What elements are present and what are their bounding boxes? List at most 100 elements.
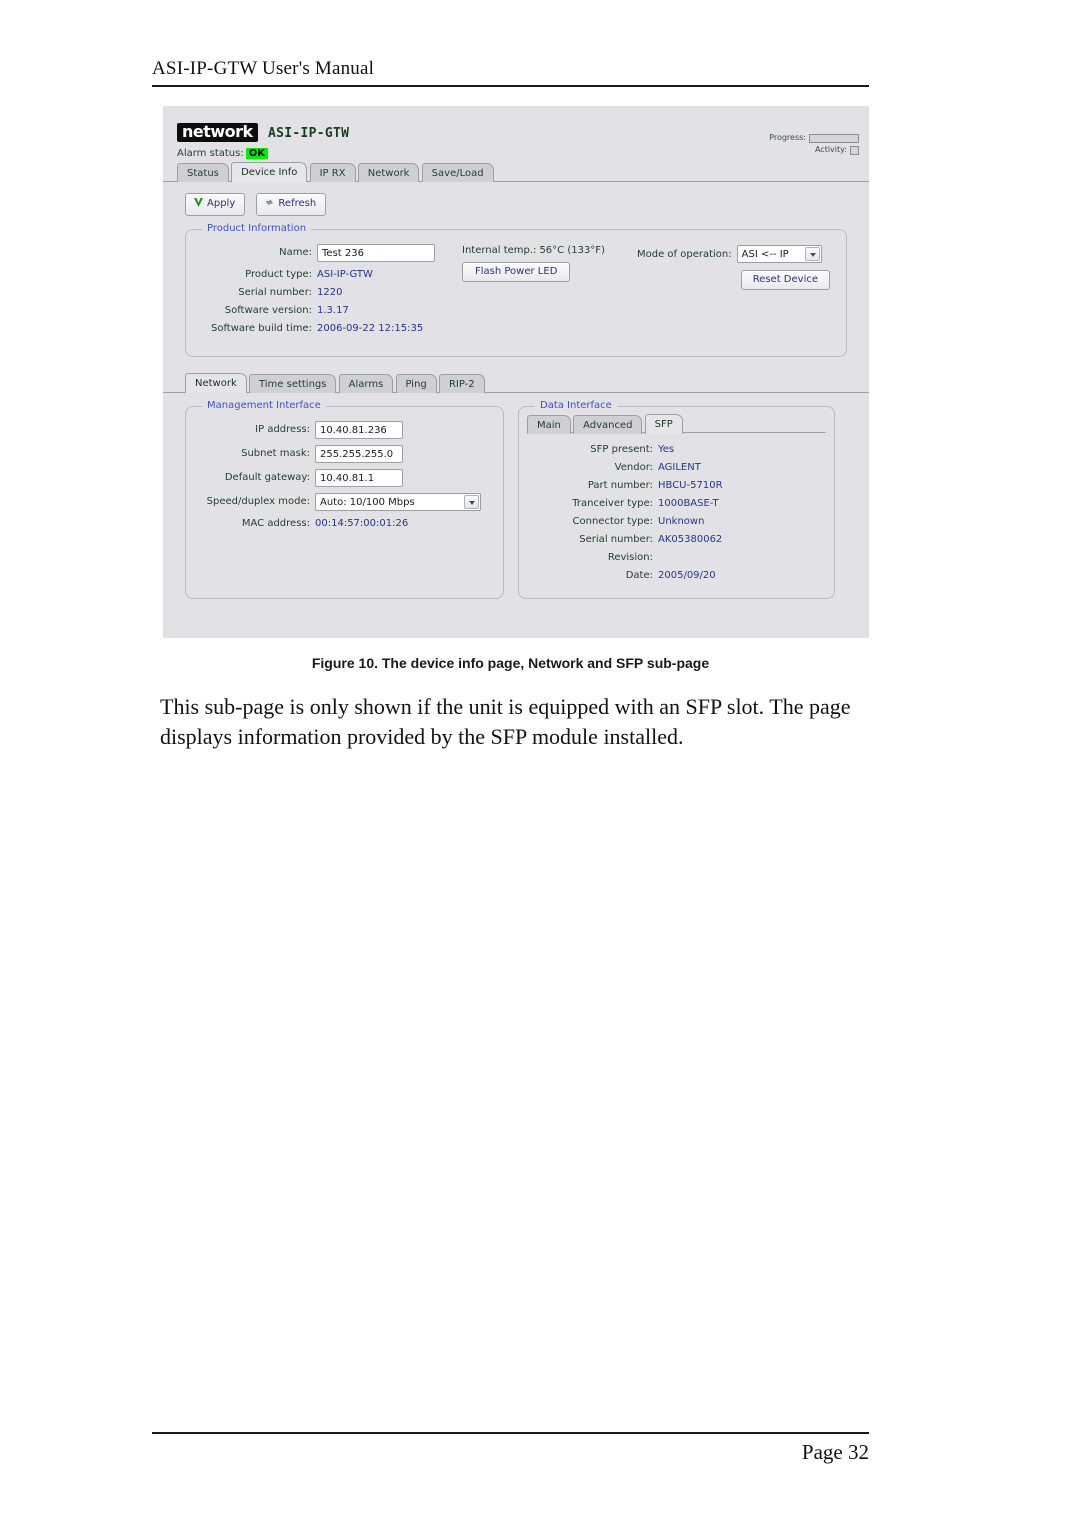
name-input[interactable]: Test 236 [317, 244, 435, 262]
alarm-status-label: Alarm status: [177, 148, 244, 159]
name-row: Name: Test 236 [194, 244, 462, 262]
mode-of-operation-row: Mode of operation: ASI <-- IP [637, 245, 832, 263]
sfp-date-label: Date: [625, 570, 653, 581]
internal-temp-label: Internal temp.: [462, 245, 537, 256]
datatab-advanced[interactable]: Advanced [573, 415, 643, 434]
figure-caption: Figure 10. The device info page, Network… [311, 655, 710, 671]
subnet-mask-row: Subnet mask: 255.255.255.0 [190, 445, 493, 463]
tab-save-load[interactable]: Save/Load [421, 163, 494, 182]
body-paragraph: This sub-page is only shown if the unit … [160, 694, 851, 749]
product-information-fields: Name: Test 236 Product type: ASI-IP-GTW … [194, 244, 462, 340]
mac-address-value: 00:14:57:00:01:26 [315, 518, 409, 529]
sfp-tranceiver-type-label: Tranceiver type: [572, 498, 653, 509]
mode-of-operation-label: Mode of operation: [637, 248, 732, 260]
software-build-time-row: Software build time: 2006-09-22 12:15:35 [194, 322, 462, 336]
tab-network[interactable]: Network [357, 163, 420, 182]
document-header-rule [152, 85, 869, 87]
ip-address-label: IP address: [255, 424, 310, 435]
serial-number-label: Serial number: [238, 287, 312, 298]
subtab-network[interactable]: Network [185, 373, 247, 393]
sfp-tranceiver-type-row: Tranceiver type: 1000BASE-T [527, 497, 826, 511]
page-number: Page 32 [801, 1440, 869, 1464]
management-interface-legend: Management Interface [202, 400, 326, 411]
refresh-icon [264, 197, 275, 211]
activity-indicator: Activity: [769, 144, 859, 156]
network-panels: Management Interface IP address: 10.40.8… [163, 393, 869, 599]
internal-temp-value: 56°C (133°F) [539, 245, 605, 256]
subtab-rip-2[interactable]: RIP-2 [438, 374, 485, 393]
document-header: ASI-IP-GTW User's Manual [152, 58, 869, 87]
temperature-and-led-column: Internal temp.: 56°C (133°F) Flash Power … [462, 244, 637, 340]
chevron-down-icon[interactable] [804, 247, 820, 261]
data-interface-tab-bar: Main Advanced SFP [527, 414, 826, 434]
apply-button-label: Apply [207, 198, 236, 209]
device-web-ui-screenshot: network ASI-IP-GTW Alarm status: OK Progr… [163, 106, 869, 638]
tab-status[interactable]: Status [177, 163, 229, 182]
sub-tab-section: Network Time settings Alarms Ping RIP-2 [163, 373, 869, 393]
mode-of-operation-select[interactable]: ASI <-- IP [736, 245, 822, 263]
software-build-time-label: Software build time: [211, 323, 312, 334]
datatab-sfp[interactable]: SFP [644, 414, 683, 434]
status-indicators: Progress: Activity: [769, 132, 859, 156]
sfp-revision-row: Revision: [527, 551, 826, 565]
document-footer: Page 32 [152, 1432, 869, 1465]
alarm-status-badge: OK [245, 148, 268, 159]
software-version-row: Software version: 1.3.17 [194, 304, 462, 318]
subtab-time-settings[interactable]: Time settings [248, 374, 337, 393]
ip-address-row: IP address: 10.40.81.236 [190, 421, 493, 439]
name-label: Name: [279, 247, 312, 258]
sfp-connector-type-label: Connector type: [572, 516, 653, 527]
sfp-serial-number-label: Serial number: [579, 534, 653, 545]
apply-button[interactable]: Apply [185, 193, 246, 216]
flash-power-led-button[interactable]: Flash Power LED [462, 262, 571, 282]
subnet-mask-label: Subnet mask: [241, 448, 310, 459]
sfp-details-list: SFP present: Yes Vendor: AGILENT Part nu… [527, 443, 826, 583]
main-tab-bar: Status Device Info IP RX Network Save/Lo… [163, 162, 869, 182]
reset-device-button[interactable]: Reset Device [740, 270, 830, 290]
sfp-present-row: SFP present: Yes [527, 443, 826, 457]
mac-address-label: MAC address: [241, 518, 310, 529]
document-header-title: ASI-IP-GTW User's Manual [152, 58, 375, 79]
sfp-part-number-value: HBCU-5710R [658, 480, 723, 491]
mac-address-row: MAC address: 00:14:57:00:01:26 [190, 517, 493, 531]
refresh-button-label: Refresh [278, 198, 317, 209]
progress-indicator: Progress: [769, 132, 859, 144]
product-type-value: ASI-IP-GTW [317, 269, 373, 280]
tab-device-info[interactable]: Device Info [231, 162, 308, 182]
app-header: network ASI-IP-GTW Alarm status: OK Progr… [163, 106, 869, 162]
device-model-title: ASI-IP-GTW [268, 126, 350, 141]
action-button-row: Apply Refresh [163, 182, 869, 216]
subnet-mask-input[interactable]: 255.255.255.0 [315, 445, 403, 463]
sfp-tranceiver-type-value: 1000BASE-T [658, 498, 719, 509]
sfp-serial-number-value: AK05380062 [658, 534, 723, 545]
datatab-main[interactable]: Main [527, 415, 571, 434]
subtab-alarms[interactable]: Alarms [338, 374, 394, 393]
default-gateway-input[interactable]: 10.40.81.1 [315, 469, 403, 487]
subtab-ping[interactable]: Ping [395, 374, 437, 393]
product-type-row: Product type: ASI-IP-GTW [194, 268, 462, 282]
sfp-part-number-row: Part number: HBCU-5710R [527, 479, 826, 493]
refresh-button[interactable]: Refresh [256, 193, 327, 216]
management-interface-panel: Management Interface IP address: 10.40.8… [185, 400, 504, 599]
sub-tab-bar: Network Time settings Alarms Ping RIP-2 [163, 373, 869, 393]
speed-duplex-value: Auto: 10/100 Mbps [320, 497, 415, 508]
default-gateway-label: Default gateway: [224, 472, 310, 483]
product-information-group: Product Information Name: Test 236 Produ… [185, 223, 847, 357]
speed-duplex-row: Speed/duplex mode: Auto: 10/100 Mbps [190, 493, 493, 511]
sfp-connector-type-value: Unknown [658, 516, 705, 527]
internal-temp-row: Internal temp.: 56°C (133°F) [462, 245, 637, 256]
software-build-time-value: 2006-09-22 12:15:35 [317, 323, 424, 334]
mode-of-operation-value: ASI <-- IP [741, 249, 789, 260]
tab-ip-rx[interactable]: IP RX [309, 163, 356, 182]
data-interface-panel: Data Interface Main Advanced SFP SFP pre… [518, 400, 835, 599]
network-logo: network [177, 123, 258, 142]
software-version-label: Software version: [224, 305, 312, 316]
activity-led-icon [850, 145, 859, 155]
chevron-down-icon[interactable] [464, 495, 479, 509]
speed-duplex-select[interactable]: Auto: 10/100 Mbps [315, 493, 481, 511]
sfp-connector-type-row: Connector type: Unknown [527, 515, 826, 529]
data-interface-legend: Data Interface [535, 400, 617, 411]
ip-address-input[interactable]: 10.40.81.236 [315, 421, 403, 439]
alarm-status: Alarm status: OK [177, 148, 268, 159]
product-information-legend: Product Information [202, 223, 312, 234]
